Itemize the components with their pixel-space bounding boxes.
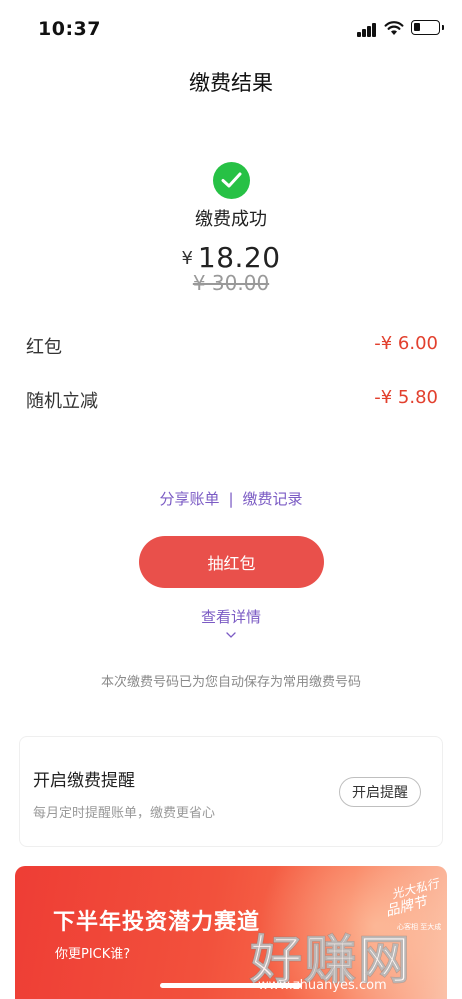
discount-value: -¥ 6.00 xyxy=(374,333,438,354)
brand-logo-line: 品牌节 xyxy=(383,894,429,920)
share-bill-link[interactable]: 分享账单 xyxy=(159,490,219,508)
saved-number-note: 本次缴费号码已为您自动保存为常用缴费号码 xyxy=(100,675,361,690)
original-price: ¥ 30.00 xyxy=(192,271,270,295)
discount-label: 随机立减 xyxy=(26,391,98,412)
payment-reminder-card: 开启缴费提醒 每月定时提醒账单，缴费更省心 开启提醒 xyxy=(19,736,443,847)
status-time: 10:37 xyxy=(38,18,101,40)
amount-value: 18.20 xyxy=(197,241,281,274)
promo-subtitle: 你更PICK谁? xyxy=(55,947,131,962)
view-details-link[interactable]: 查看详情 xyxy=(0,606,462,627)
status-bar: 10:37 xyxy=(0,0,462,56)
promo-banner[interactable]: 下半年投资潜力赛道 你更PICK谁? 光大私行 品牌节 心客相 至大成 xyxy=(15,866,447,999)
cellular-signal-icon xyxy=(357,23,377,37)
reminder-subtitle: 每月定时提醒账单，缴费更省心 xyxy=(33,806,216,821)
link-separator: | xyxy=(228,490,234,508)
reminder-title: 开启缴费提醒 xyxy=(33,771,135,791)
brand-logo: 光大私行 品牌节 心客相 至大成 xyxy=(383,876,445,948)
discount-label: 红包 xyxy=(26,337,62,358)
check-circle-icon xyxy=(213,162,250,199)
discount-row-red-packet: 红包 -¥ 6.00 xyxy=(26,333,438,363)
wifi-icon xyxy=(384,21,404,35)
page-title: 缴费结果 xyxy=(189,71,273,95)
brand-logo-line: 心客相 至大成 xyxy=(397,923,442,931)
chevron-down-icon[interactable] xyxy=(225,631,237,639)
promo-title: 下半年投资潜力赛道 xyxy=(53,910,261,935)
draw-red-packet-button[interactable]: 抽红包 xyxy=(139,536,324,588)
home-indicator[interactable] xyxy=(160,983,302,988)
discount-row-random-reduction: 随机立减 -¥ 5.80 xyxy=(26,387,438,417)
action-links: 分享账单 | 缴费记录 xyxy=(0,488,462,509)
currency-symbol: ¥ xyxy=(181,248,193,269)
discount-value: -¥ 5.80 xyxy=(374,387,438,408)
payment-status-text: 缴费成功 xyxy=(195,209,267,230)
enable-reminder-button[interactable]: 开启提醒 xyxy=(339,777,421,807)
payment-records-link[interactable]: 缴费记录 xyxy=(243,490,303,508)
battery-icon xyxy=(411,20,444,35)
payment-result-screen: 10:37 缴费结果 缴费成功 ¥18.20 ¥ 30.00 红包 -¥ 6.0… xyxy=(0,0,462,999)
paid-amount: ¥18.20 xyxy=(0,241,462,274)
